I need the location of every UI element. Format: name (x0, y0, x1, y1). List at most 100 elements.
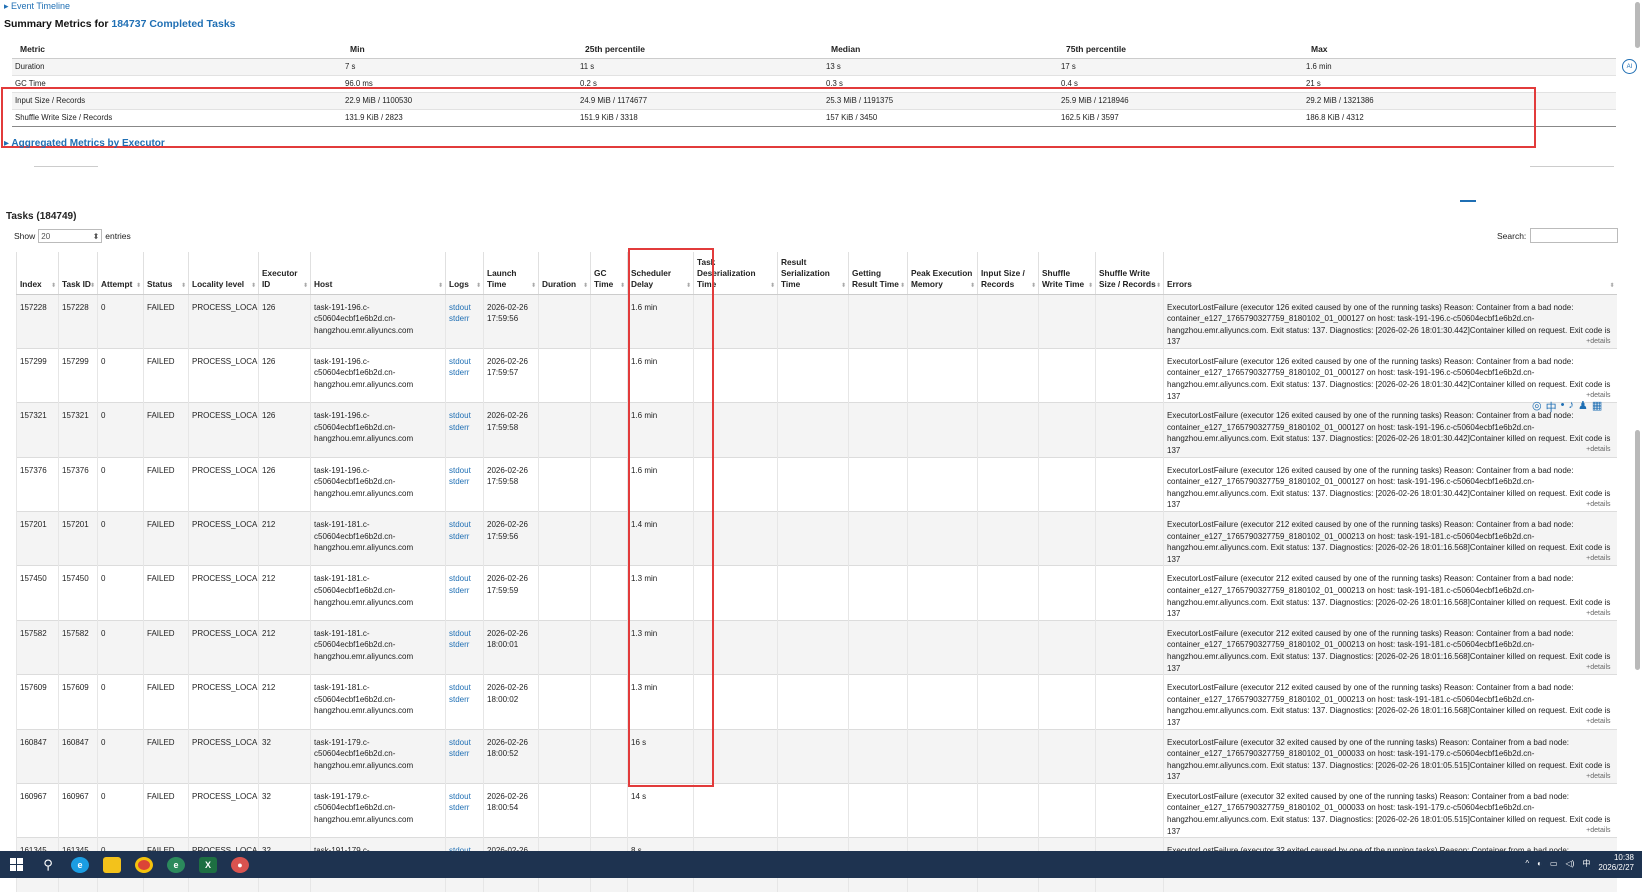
ai-icon[interactable]: ◎ (1532, 399, 1542, 415)
task-empty-cell (848, 674, 908, 729)
clock[interactable]: 10:38 2026/2/27 (1598, 853, 1634, 873)
tasks-col-header[interactable]: Duration ⬍ (538, 252, 591, 295)
file-explorer-icon[interactable] (96, 851, 128, 878)
tasks-col-header[interactable]: Task ID ⬍ (58, 252, 98, 295)
tasks-col-header[interactable]: Locality level ⬍ (188, 252, 259, 295)
tray-chevron-icon[interactable]: ^ (1525, 859, 1529, 868)
tasks-col-header[interactable]: Peak Execution Memory ⬍ (907, 252, 978, 295)
tasks-col-header[interactable]: Scheduler Delay ⬍ (627, 252, 694, 295)
volume-icon[interactable]: ◁) (1566, 859, 1575, 868)
stderr-link[interactable]: stderr (449, 531, 480, 543)
excel-icon[interactable]: X (192, 851, 224, 878)
lang-icon[interactable]: 中 (1546, 399, 1557, 415)
summary-col-p25[interactable]: 25th percentile (577, 41, 823, 59)
tasks-col-header[interactable]: Result Serialization Time ⬍ (777, 252, 849, 295)
show-entries-control: Show 20 ⬍ entries (14, 229, 131, 243)
stdout-link[interactable]: stdout (449, 465, 480, 477)
event-timeline-link[interactable]: ▸ Event Timeline (4, 1, 70, 12)
table-row: 157450 157450 0 FAILED PROCESS_LOCAL 212 task-… (16, 565, 1617, 621)
details-link[interactable]: +details (1586, 772, 1610, 782)
stderr-link[interactable]: stderr (449, 313, 480, 325)
app-icon[interactable]: ● (224, 851, 256, 878)
stdout-link[interactable]: stdout (449, 302, 480, 314)
edge-dev-icon[interactable]: e (160, 851, 192, 878)
scroll-thumb[interactable] (1635, 430, 1640, 670)
search-input[interactable] (1530, 228, 1619, 243)
summary-col-p75[interactable]: 75th percentile (1058, 41, 1303, 59)
task-task-id: 160967 (58, 782, 98, 838)
tasks-col-header[interactable]: Attempt ⬍ (97, 252, 144, 295)
page-scrollbar[interactable] (1634, 0, 1641, 850)
stderr-link[interactable]: stderr (449, 585, 480, 597)
user-icon[interactable]: ♟ (1578, 399, 1588, 415)
aggregated-metrics-link[interactable]: ▸ Aggregated Metrics by Executor (4, 138, 165, 149)
stderr-link[interactable]: stderr (449, 802, 480, 814)
summary-col-median[interactable]: Median (823, 41, 1058, 59)
tasks-col-header[interactable]: Logs ⬍ (445, 252, 484, 295)
tasks-col-header[interactable]: GC Time ⬍ (590, 252, 628, 295)
task-delay: 1.6 min (627, 456, 694, 512)
stderr-link[interactable]: stderr (449, 476, 480, 488)
tasks-col-header[interactable]: Input Size / Records ⬍ (977, 252, 1039, 295)
page-size-select[interactable]: 20 ⬍ (38, 229, 103, 243)
search-icon[interactable]: ⚲ (32, 851, 64, 878)
tasks-col-header[interactable]: Task Deserialization Time ⬍ (693, 252, 778, 295)
stdout-link[interactable]: stdout (449, 628, 480, 640)
stdout-link[interactable]: stdout (449, 737, 480, 749)
details-link[interactable]: +details (1586, 717, 1610, 727)
task-launch: 2026-02-26 18:00:54 (483, 782, 539, 838)
stderr-link[interactable]: stderr (449, 694, 480, 706)
tasks-col-header[interactable]: Host ⬍ (310, 252, 446, 295)
summary-col-min[interactable]: Min (342, 41, 577, 59)
stdout-link[interactable]: stdout (449, 791, 480, 803)
stderr-link[interactable]: stderr (449, 639, 480, 651)
details-link[interactable]: +details (1586, 609, 1610, 619)
tasks-col-header[interactable]: Executor ID ⬍ (258, 252, 311, 295)
stdout-link[interactable]: stdout (449, 410, 480, 422)
task-status: FAILED (143, 728, 189, 784)
stdout-link[interactable]: stdout (449, 519, 480, 531)
network-icon[interactable]: ◐ (1537, 859, 1542, 868)
summary-metric-name: Input Size / Records (12, 91, 342, 109)
stdout-link[interactable]: stdout (449, 356, 480, 368)
details-link[interactable]: +details (1586, 663, 1610, 673)
summary-col-max[interactable]: Max (1303, 41, 1616, 59)
task-attempt: 0 (97, 510, 144, 566)
task-empty-cell (907, 510, 978, 566)
ime-indicator[interactable]: 中 (1582, 858, 1590, 869)
tasks-col-header[interactable]: Launch Time ⬍ (483, 252, 539, 295)
task-empty-cell (693, 293, 778, 349)
stderr-link[interactable]: stderr (449, 748, 480, 760)
task-empty-cell (977, 347, 1039, 403)
stdout-link[interactable]: stdout (449, 682, 480, 694)
stderr-link[interactable]: stderr (449, 422, 480, 434)
windows-start-icon[interactable] (0, 851, 32, 878)
details-link[interactable]: +details (1586, 500, 1610, 510)
details-link[interactable]: +details (1586, 337, 1610, 347)
completed-tasks-link[interactable]: 184737 Completed Tasks (111, 18, 235, 30)
task-error: ExecutorLostFailure (executor 212 exited… (1163, 619, 1617, 675)
scroll-thumb-top[interactable] (1635, 2, 1640, 48)
display-icon[interactable]: ▭ (1550, 859, 1558, 868)
dot-icon[interactable]: • (1561, 399, 1565, 415)
chrome-icon[interactable] (128, 851, 160, 878)
summary-col-metric[interactable]: Metric (12, 41, 342, 59)
details-link[interactable]: +details (1586, 445, 1610, 455)
edge-browser-icon[interactable]: e (64, 851, 96, 878)
stderr-link[interactable]: stderr (449, 367, 480, 379)
details-link[interactable]: +details (1586, 826, 1610, 836)
table-row: 157582 157582 0 FAILED PROCESS_LOCAL 212 task-… (16, 619, 1617, 675)
tasks-col-header[interactable]: Errors ⬍ (1163, 252, 1617, 295)
tasks-col-header[interactable]: Shuffle Write Time ⬍ (1038, 252, 1096, 295)
tasks-col-header[interactable]: Shuffle Write Size / Records ⬍ (1095, 252, 1164, 295)
details-link[interactable]: +details (1586, 554, 1610, 564)
sort-icon: ⬍ (969, 282, 975, 289)
stdout-link[interactable]: stdout (449, 573, 480, 585)
summary-metric-name: Duration (12, 57, 342, 75)
tasks-col-header[interactable]: Status ⬍ (143, 252, 189, 295)
task-launch: 2026-02-26 18:00:52 (483, 728, 539, 784)
tasks-col-header[interactable]: Index ⬍ (16, 252, 59, 295)
mic-icon[interactable]: ♪ (1568, 399, 1574, 415)
grid-icon[interactable]: ▦ (1592, 399, 1602, 415)
tasks-col-header[interactable]: Getting Result Time ⬍ (848, 252, 908, 295)
